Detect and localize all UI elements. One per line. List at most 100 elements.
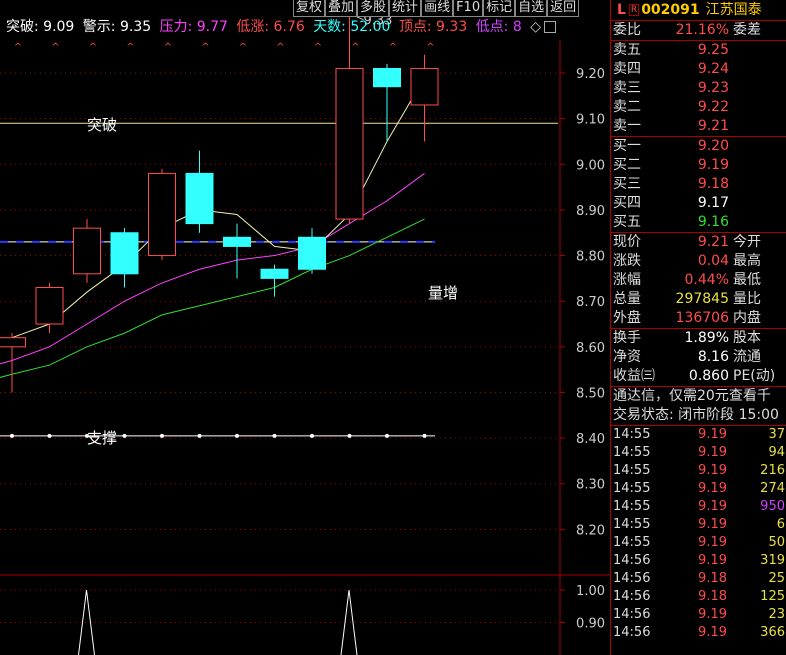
tick-price: 9.18 [698, 571, 727, 586]
tick-time: 14:56 [613, 589, 651, 604]
tick-volume: 950 [760, 499, 785, 514]
tick-time: 14:55 [613, 463, 651, 478]
stat-row-1: 涨跌 0.04 最高 [611, 252, 786, 271]
ask-row-0: 卖五 9.25 [611, 41, 786, 60]
support-dot [10, 433, 14, 438]
ask-row-0-label: 卖五 [613, 42, 641, 58]
tick-price: 9.19 [698, 445, 727, 460]
tick-time: 14:56 [613, 571, 651, 586]
tick-list[interactable]: 14:55 9.19 37 14:55 9.19 94 14:55 9.19 216 14:55 9… [611, 425, 786, 642]
candle-body [148, 172, 176, 257]
bid-row-4-value: 9.16 [697, 214, 729, 230]
tick-time: 14:56 [613, 607, 651, 622]
tick-time: 14:55 [613, 427, 651, 442]
quote-panel: L R 002091 江苏国泰 委比 21.16% 委差 卖五 9.25 卖四 9.2… [610, 0, 786, 655]
fund-row-0-label: 换手 [613, 330, 641, 346]
support-dot [160, 433, 164, 438]
candle-body [223, 236, 251, 247]
tick-volume: 50 [768, 535, 785, 550]
y-tick-label: 8.90 [576, 204, 605, 219]
toolbar-button-0[interactable]: 复权 [293, 0, 326, 17]
ask-row-1-label: 卖四 [613, 61, 641, 77]
stats-block: 现价 9.21 今开 涨跌 0.04 最高 涨幅 0.44% 最低 总量 297845 量比 外盘 136… [611, 232, 786, 328]
toolbar-button-2[interactable]: 多股 [357, 0, 390, 17]
r-badge: R [628, 4, 640, 16]
ask-row-2: 卖三 9.23 [611, 79, 786, 98]
tick-volume: 274 [760, 481, 785, 496]
diamond-icon[interactable]: ◇ [530, 19, 541, 35]
ask-book: 卖五 9.25 卖四 9.24 卖三 9.23 卖二 9.22 卖一 9.21 [611, 40, 786, 136]
toolbar-button-4[interactable]: 画线 [421, 0, 454, 17]
status-row: 交易状态: 闭市阶段 15:00 [611, 406, 786, 425]
bid-row-4-label: 买五 [613, 214, 641, 230]
indicator-header: 突破: 9.09 警示: 9.35 压力: 9.77 低涨: 6.76 天数: … [6, 17, 545, 37]
stat-row-4: 外盘 136706 内盘 [611, 309, 786, 328]
tick-volume: 23 [768, 607, 785, 622]
caret-marker: ^ [164, 42, 172, 53]
tick-row: 14:55 9.19 50 [611, 534, 786, 552]
ma-green-line [0, 218, 425, 378]
tick-row: 14:55 9.19 274 [611, 480, 786, 498]
tick-time: 14:56 [613, 625, 651, 640]
toolbar-button-3[interactable]: 统计 [389, 0, 422, 17]
caret-marker: ^ [426, 42, 434, 53]
status-text: 交易状态: 闭市阶段 15:00 [613, 407, 779, 423]
ask-row-3-value: 9.22 [697, 99, 729, 115]
lowrise-value: 低涨: 6.76 [236, 19, 305, 35]
toolbar-button-5[interactable]: F10 [453, 0, 484, 17]
price-chart[interactable]: 9.20 9.10 9.00 8.90 8.80 8.70 8.60 8.50 8.40 8.30… [0, 0, 610, 655]
tick-time: 14:55 [613, 481, 651, 496]
candle-body [260, 268, 289, 279]
bid-row-1-label: 买二 [613, 157, 641, 173]
stat-row-2-label: 涨幅 [613, 272, 641, 288]
bid-row-3-value: 9.17 [697, 195, 729, 211]
tick-volume: 6 [776, 517, 785, 532]
weibi-label: 委比 [613, 22, 641, 38]
tick-row: 14:56 9.19 23 [611, 606, 786, 624]
caret-marker: ^ [314, 42, 322, 53]
toolbar-button-8[interactable]: 返回 [547, 0, 580, 17]
ask-row-1-value: 9.24 [697, 61, 729, 77]
toolbar-button-7[interactable]: 自选 [515, 0, 548, 17]
chart-toolbar: 复权 叠加 多股 统计 画线 F10 标记 自选 返回 [293, 0, 580, 17]
breakout-value: 突破: 9.09 [6, 19, 75, 35]
ask-row-4-value: 9.21 [697, 118, 729, 134]
tick-time: 14:55 [613, 445, 651, 460]
stat-row-4-label: 外盘 [613, 310, 641, 326]
notice-row[interactable]: 通达信，仅需20元查看千 [611, 386, 786, 406]
tick-time: 14:55 [613, 517, 651, 532]
weibi-row: 委比 21.16% 委差 [611, 21, 786, 40]
notice-text: 通达信，仅需20元查看千 [613, 388, 771, 404]
bid-book: 买一 9.20 买二 9.19 买三 9.18 买四 9.17 买五 9.16 [611, 136, 786, 232]
stat-row-0-label2: 今开 [733, 234, 761, 250]
breakout-annotation: 突破 [87, 116, 117, 134]
tick-volume: 25 [768, 571, 785, 586]
toolbar-button-1[interactable]: 叠加 [325, 0, 358, 17]
fund-row-1-label2: 流通 [733, 349, 761, 365]
stat-row-0-value: 9.21 [697, 234, 729, 250]
stat-row-1-label: 涨跌 [613, 253, 641, 269]
stat-row-4-label2: 内盘 [733, 310, 761, 326]
bid-row-4: 买五 9.16 [611, 213, 786, 232]
tick-volume: 319 [760, 553, 785, 568]
tick-volume: 366 [760, 625, 785, 640]
bid-row-0: 买一 9.20 [611, 137, 786, 156]
header-checkbox[interactable] [544, 21, 556, 33]
tick-row: 14:56 9.19 366 [611, 624, 786, 642]
tick-row: 14:55 9.19 950 [611, 498, 786, 516]
stat-row-2-value: 0.44% [684, 272, 729, 288]
y-tick-label: 8.20 [576, 523, 605, 538]
tick-price: 9.19 [698, 427, 727, 442]
fund-row-0-label2: 股本 [733, 330, 761, 346]
candle-body [335, 67, 364, 220]
bid-row-2: 买三 9.18 [611, 175, 786, 194]
caret-marker: ^ [126, 42, 134, 53]
tick-price: 9.19 [698, 517, 727, 532]
market-badge: L [617, 2, 626, 18]
weibi-value: 21.16% [675, 22, 729, 38]
fund-row-2-label2: PE(动) [733, 368, 776, 384]
stat-row-2: 涨幅 0.44% 最低 [611, 271, 786, 290]
pressure-value: 压力: 9.77 [159, 19, 228, 35]
toolbar-button-6[interactable]: 标记 [483, 0, 516, 17]
tick-row: 14:56 9.19 319 [611, 552, 786, 570]
